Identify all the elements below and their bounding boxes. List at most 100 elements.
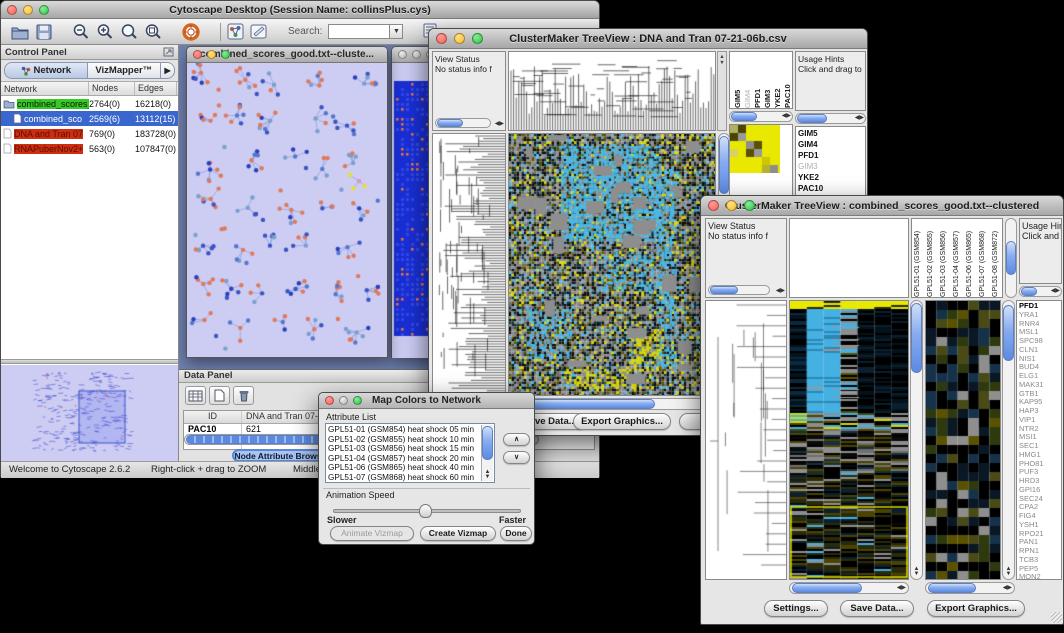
minimize-button[interactable] bbox=[23, 5, 33, 15]
view-status-scrollbar[interactable] bbox=[435, 118, 491, 128]
row-dendrogram[interactable] bbox=[432, 133, 506, 396]
scroll-arrows[interactable]: ◀▶ bbox=[897, 586, 906, 591]
close-button[interactable] bbox=[7, 5, 17, 15]
attribute-list-item[interactable]: GPL51-01 (GSM854) heat shock 05 min bbox=[326, 425, 494, 435]
network-row[interactable]: combined_scores_ 2764(0) 16218(0) bbox=[1, 96, 178, 111]
annotation-icon[interactable] bbox=[250, 23, 268, 40]
cluster-gene-label[interactable]: GIM4 bbox=[798, 139, 863, 150]
attribute-list-item[interactable]: GPL51-06 (GSM865) heat shock 40 min bbox=[326, 463, 494, 473]
node-attribute-browser-button[interactable]: Node Attribute Brows bbox=[232, 449, 324, 461]
close-button[interactable] bbox=[193, 50, 202, 59]
attribute-list-scrollbar[interactable]: ▲▼ bbox=[481, 425, 493, 481]
network-row[interactable]: RNAPuberNov2+ 563(0) 107847(0) bbox=[1, 141, 178, 156]
cluster-gene-label[interactable]: YKE2 bbox=[798, 172, 863, 183]
export-graphics-button[interactable]: Export Graphics... bbox=[927, 600, 1025, 617]
delete-attribute-button[interactable] bbox=[233, 386, 254, 405]
close-button[interactable] bbox=[708, 200, 719, 211]
move-up-button[interactable]: ∧ bbox=[503, 433, 530, 446]
scroll-arrows[interactable]: ▲▼ bbox=[911, 567, 922, 577]
animation-speed-slider-thumb[interactable] bbox=[419, 504, 432, 518]
scroll-arrows[interactable]: ▲▼ bbox=[482, 470, 493, 480]
zoom-button[interactable] bbox=[472, 33, 483, 44]
zoom-hscrollbar[interactable]: ◀▶ bbox=[925, 582, 1015, 594]
settings-button[interactable]: Settings... bbox=[764, 600, 828, 617]
export-graphics-button[interactable]: Export Graphics... bbox=[573, 413, 671, 430]
gene-label[interactable]: MON2 bbox=[1019, 573, 1059, 580]
zoom-heatmap-view[interactable] bbox=[925, 300, 1001, 580]
view-status-scrollbar[interactable] bbox=[708, 285, 770, 295]
zoom-button[interactable] bbox=[353, 396, 362, 405]
cluster-gene-label[interactable]: PAC10 bbox=[798, 183, 863, 194]
open-session-icon[interactable] bbox=[11, 24, 30, 40]
column-dendrogram[interactable] bbox=[789, 218, 909, 298]
resize-grip[interactable] bbox=[1051, 612, 1062, 623]
minimize-button[interactable] bbox=[454, 33, 465, 44]
heatmap-view[interactable] bbox=[789, 300, 909, 580]
create-vizmap-button[interactable]: Create Vizmap bbox=[420, 526, 496, 541]
help-lifesaver-icon[interactable] bbox=[182, 23, 200, 41]
cluster-gene-label[interactable]: GIM5 bbox=[798, 128, 863, 139]
tab-vizmapper[interactable]: VizMapper™ bbox=[88, 62, 162, 79]
scroll-arrows[interactable]: ▲▼ bbox=[1003, 567, 1014, 577]
row-dendrogram[interactable] bbox=[705, 300, 787, 580]
tab-network[interactable]: Network bbox=[4, 62, 88, 79]
main-titlebar[interactable]: Cytoscape Desktop (Session Name: collins… bbox=[1, 1, 599, 19]
zoom-out-icon[interactable] bbox=[72, 23, 90, 41]
network-row-selected[interactable]: combined_sco 2569(6) 13112(15) bbox=[1, 111, 178, 126]
zoom-button[interactable] bbox=[39, 5, 49, 15]
zoom-selected-icon[interactable] bbox=[120, 23, 138, 41]
close-button[interactable] bbox=[398, 50, 407, 59]
zoom-fit-icon[interactable] bbox=[144, 23, 162, 41]
scroll-arrows[interactable]: ◀▶ bbox=[855, 116, 864, 121]
minimize-button[interactable] bbox=[207, 50, 216, 59]
scroll-arrows[interactable]: ◀▶ bbox=[495, 122, 504, 127]
zoom-in-icon[interactable] bbox=[96, 23, 114, 41]
network-window-titlebar[interactable]: combined_scores_good.txt--cluste... bbox=[187, 47, 387, 63]
minimize-button[interactable] bbox=[339, 396, 348, 405]
float-panel-icon[interactable] bbox=[163, 47, 174, 57]
network-row[interactable]: DNA and Tran 07 769(0) 183728(0) bbox=[1, 126, 178, 141]
dendrogram-scroll-arrows[interactable]: ▲▼ bbox=[717, 51, 727, 131]
done-button[interactable]: Done bbox=[500, 526, 532, 541]
new-attribute-button[interactable] bbox=[209, 386, 230, 405]
search-dropdown-arrow[interactable]: ▼ bbox=[390, 24, 403, 39]
attribute-select-button[interactable] bbox=[185, 386, 206, 405]
scroll-arrows[interactable]: ◀▶ bbox=[1051, 289, 1060, 294]
attribute-list-item[interactable]: GPL51-03 (GSM856) heat shock 15 min bbox=[326, 444, 494, 454]
network-view-canvas[interactable] bbox=[187, 63, 387, 357]
network-overview-panel[interactable] bbox=[1, 365, 178, 461]
minimize-button[interactable] bbox=[412, 50, 421, 59]
vizmapper-icon[interactable] bbox=[227, 23, 244, 40]
column-labels-vscrollbar[interactable] bbox=[1005, 218, 1017, 298]
attribute-list-item[interactable]: GPL51-07 (GSM868) heat shock 60 min bbox=[326, 473, 494, 483]
heatmap-vscrollbar[interactable]: ▲▼ bbox=[910, 300, 923, 580]
attribute-list[interactable]: GPL51-01 (GSM854) heat shock 05 minGPL51… bbox=[325, 423, 495, 483]
zoom-button[interactable] bbox=[744, 200, 755, 211]
zoom-button[interactable] bbox=[221, 50, 230, 59]
attribute-list-item[interactable]: GPL51-02 (GSM855) heat shock 10 min bbox=[326, 435, 494, 445]
scroll-arrows[interactable]: ◀▶ bbox=[1003, 586, 1012, 591]
treeview-dna-titlebar[interactable]: ClusterMaker TreeView : DNA and Tran 07-… bbox=[429, 29, 867, 49]
close-button[interactable] bbox=[436, 33, 447, 44]
usage-hints-scrollbar[interactable]: ◀▶ bbox=[1019, 286, 1062, 297]
scroll-arrows[interactable]: ◀▶ bbox=[776, 289, 785, 294]
attribute-list-item[interactable]: GPL51-04 (GSM857) heat shock 20 min bbox=[326, 454, 494, 464]
cluster-gene-label[interactable]: GIM3 bbox=[798, 161, 863, 172]
usage-hints-scrollbar[interactable]: ◀▶ bbox=[795, 113, 866, 124]
cluster-gene-label[interactable]: PFD1 bbox=[798, 150, 863, 161]
move-down-button[interactable]: ∨ bbox=[503, 451, 530, 464]
network-view-window[interactable]: combined_scores_good.txt--cluste... bbox=[186, 46, 388, 358]
scroll-arrows[interactable]: ◀▶ bbox=[782, 114, 791, 119]
heatmap-hscrollbar[interactable]: ◀▶ bbox=[789, 582, 909, 594]
cluster-hscrollbar[interactable]: ◀▶ bbox=[729, 111, 793, 122]
dialog-titlebar[interactable]: Map Colors to Network bbox=[319, 393, 534, 409]
animate-vizmap-button[interactable]: Animate Vizmap bbox=[330, 526, 414, 541]
close-button[interactable] bbox=[325, 396, 334, 405]
save-data-button[interactable]: Save Data... bbox=[840, 600, 914, 617]
minimize-button[interactable] bbox=[726, 200, 737, 211]
save-session-icon[interactable] bbox=[36, 24, 52, 40]
column-dendrogram[interactable] bbox=[508, 51, 716, 131]
heatmap-view[interactable] bbox=[508, 133, 716, 396]
treeview-combined-titlebar[interactable]: ClusterMaker TreeView : combined_scores_… bbox=[701, 196, 1063, 216]
panel-splitter[interactable] bbox=[1, 359, 178, 364]
